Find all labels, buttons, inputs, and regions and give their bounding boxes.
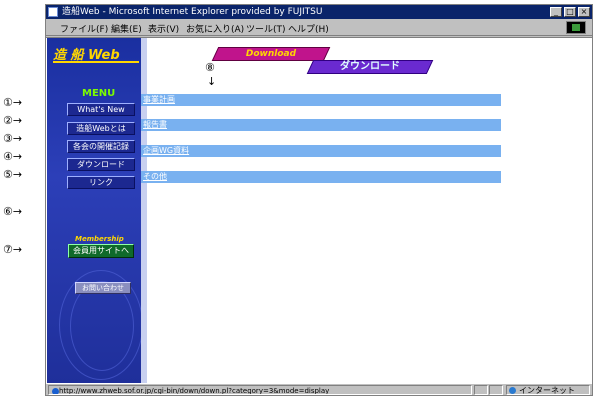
download-banner-jp: ダウンロード [306,60,434,74]
callout-3: ③→ [3,132,23,145]
callout-2: ②→ [3,114,23,127]
sidebar: 造 船 Web MENU What's New 造船Webとは 各会の開催記録 … [47,38,147,384]
menu-tools[interactable]: ツール(T) [246,22,286,35]
minimize-button[interactable]: _ [550,7,562,17]
menu-file[interactable]: ファイル(F) [60,22,108,35]
menu-favorites[interactable]: お気に入り(A) [186,22,244,35]
menu-heading: MENU [82,88,116,99]
ie-icon [48,7,58,17]
callout-8: ⑧ [205,61,215,74]
callout-6: ⑥→ [3,205,23,218]
status-bar: http://www.zhweb.sof.or.jp/cgi-bin/down/… [46,383,592,395]
sidebar-item-about[interactable]: 造船Webとは [67,122,135,135]
menu-help[interactable]: ヘルプ(H) [288,22,329,35]
callout-1: ①→ [3,96,23,109]
status-cell [489,385,503,395]
callout-5: ⑤→ [3,168,23,181]
title-bar: 造船Web - Microsoft Internet Explorer prov… [46,5,592,19]
sidebar-item-whats-new[interactable]: What's New [67,103,135,116]
security-zone: インターネット [506,385,590,395]
sidebar-item-meeting-records[interactable]: 各会の開催記録 [67,140,135,153]
category-link-other[interactable]: その他 [143,171,167,183]
category-link-reports[interactable]: 報告書 [143,119,167,131]
status-url: http://www.zhweb.sof.or.jp/cgi-bin/down/… [48,385,472,395]
zone-label: インターネット [519,386,575,395]
page-viewport: 造 船 Web MENU What's New 造船Webとは 各会の開催記録 … [46,37,592,384]
sidebar-item-download[interactable]: ダウンロード [67,158,135,171]
list-item: その他 [141,171,501,183]
category-link-wg-materials[interactable]: 企画WG資料 [143,145,189,157]
callout-8-arrow: ↓ [207,75,217,88]
status-url-text: http://www.zhweb.sof.or.jp/cgi-bin/down/… [59,387,330,395]
list-item: 事業計画 [141,94,501,106]
menu-bar: ファイル(F) 編集(E) 表示(V) お気に入り(A) ツール(T) ヘルプ(… [46,20,592,36]
list-item: 報告書 [141,119,501,131]
windows-logo-icon [566,21,586,34]
callout-7: ⑦→ [3,243,23,256]
status-cell [474,385,488,395]
inquiry-button[interactable]: お問い合わせ [75,282,131,294]
logo-underline [53,61,139,63]
download-banner-en: Download [211,47,331,61]
membership-label: Membership [75,235,124,243]
close-button[interactable]: × [578,7,590,17]
list-item: 企画WG資料 [141,145,501,157]
maximize-button[interactable]: □ [564,7,576,17]
window-title: 造船Web - Microsoft Internet Explorer prov… [62,7,323,17]
member-site-button[interactable]: 会員用サイトへ [68,244,134,258]
category-link-business-plan[interactable]: 事業計画 [143,94,175,106]
page-icon [52,388,59,394]
globe-icon [509,387,516,394]
sidebar-item-links[interactable]: リンク [67,176,135,189]
callout-4: ④→ [3,150,23,163]
menu-view[interactable]: 表示(V) [148,22,179,35]
menu-edit[interactable]: 編集(E) [111,22,142,35]
